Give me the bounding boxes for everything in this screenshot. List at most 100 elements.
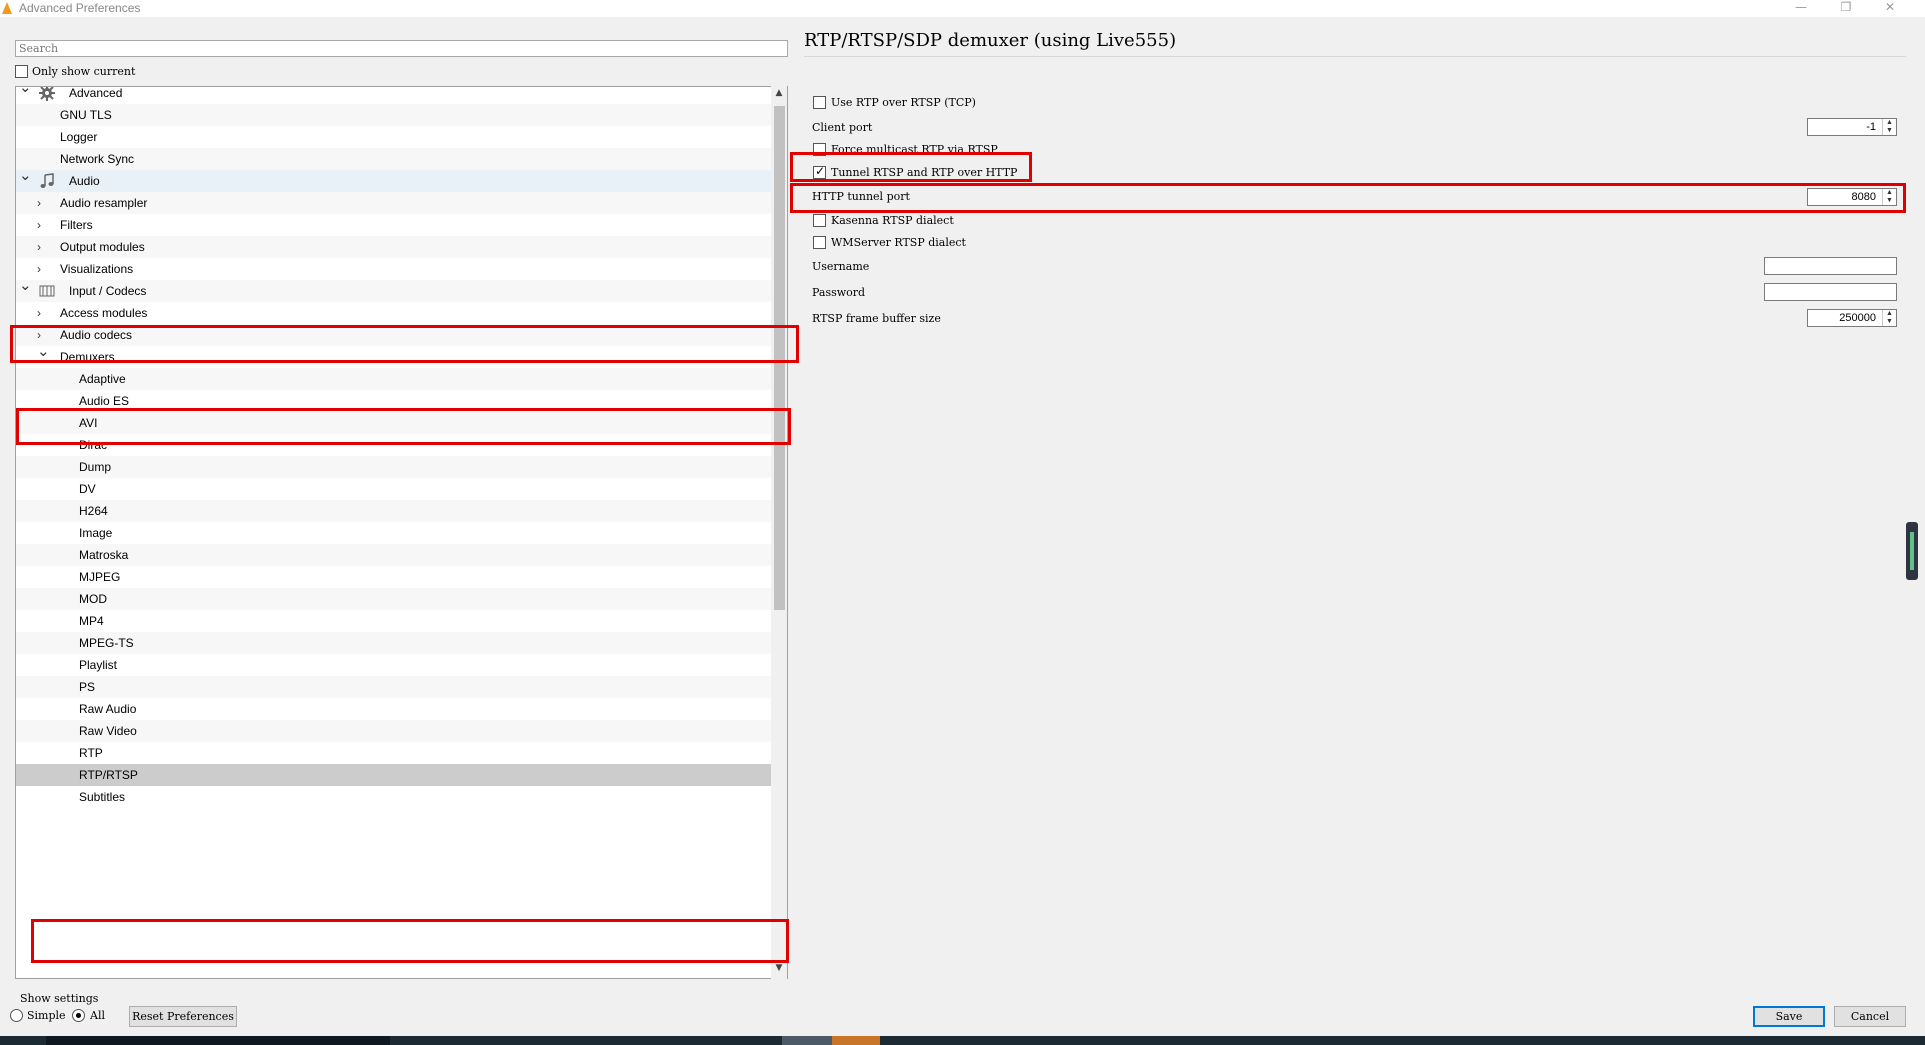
gear-icon [39,87,55,101]
minimize-icon[interactable]: — [1781,0,1821,17]
tree-item-h264[interactable]: H264 [16,500,771,522]
tree-item-label: Output modules [60,240,145,254]
search-input[interactable] [15,40,788,57]
tree-item-mpeg-ts[interactable]: MPEG-TS [16,632,771,654]
tree-item-rtp[interactable]: RTP [16,742,771,764]
restore-icon[interactable]: ❐ [1826,0,1866,17]
cancel-label: Cancel [1850,1010,1890,1023]
spin-arrows-icon[interactable]: ▲ ▼ [1882,119,1896,135]
username-input[interactable] [1764,257,1897,275]
taskbar-item[interactable] [832,1036,880,1045]
tree-item-label: Raw Video [79,724,137,738]
wmserver-checkbox[interactable] [813,236,826,249]
tree-item-label: AVI [79,416,98,430]
tree-item-logger[interactable]: Logger [16,126,771,148]
tree-item-audio-codecs[interactable]: › Audio codecs [16,324,771,346]
scroll-down-icon[interactable]: ▼ [773,963,785,977]
tree-item-output-modules[interactable]: › Output modules [16,236,771,258]
tree-item-image[interactable]: Image [16,522,771,544]
chevron-right-icon[interactable]: › [37,214,41,236]
tree-item-playlist[interactable]: Playlist [16,654,771,676]
tree-item-avi[interactable]: AVI [16,412,771,434]
scrollbar-thumb[interactable] [774,106,785,610]
tree-item-dv[interactable]: DV [16,478,771,500]
title-bar: Advanced Preferences — ❐ ✕ [0,0,1925,17]
simple-radio[interactable] [10,1009,23,1022]
tree-item-label: MPEG-TS [79,636,134,650]
tree-scrollbar[interactable]: ▲ ▼ [771,86,787,979]
tree-item-label: Raw Audio [79,702,137,716]
chevron-right-icon[interactable]: › [37,302,41,324]
tree-item-access-modules[interactable]: › Access modules [16,302,771,324]
tree-item-dirac[interactable]: Dirac [16,434,771,456]
chevron-down-icon[interactable]: ⌄ [37,341,50,363]
tree-item-filters[interactable]: › Filters [16,214,771,236]
tree-item-audio[interactable]: ⌄ Audio [16,167,771,192]
use-rtp-over-rtsp-checkbox[interactable] [813,96,826,109]
tree-item-label: Demuxers [60,350,115,364]
tree-item-raw-audio[interactable]: Raw Audio [16,698,771,720]
codecs-icon [39,283,55,299]
spin-arrows-icon[interactable]: ▲ ▼ [1882,189,1896,205]
tunnel-rtsp-checkbox[interactable] [813,164,826,179]
tree-item-label: Matroska [79,548,129,562]
tree-item-mod[interactable]: MOD [16,588,771,610]
tree-item-raw-video[interactable]: Raw Video [16,720,771,742]
tree-item-label: Audio codecs [60,328,133,342]
reset-preferences-button[interactable]: Reset Preferences [129,1006,237,1027]
password-label: Password [812,286,866,299]
username-label: Username [812,260,870,273]
tree-item-gnu-tls[interactable]: GNU TLS [16,104,771,126]
side-panel-handle[interactable] [1906,522,1918,580]
panel-divider [804,56,1906,57]
tree-item-adaptive[interactable]: Adaptive [16,368,771,390]
chevron-right-icon[interactable]: › [37,258,41,280]
tree-item-audio-es[interactable]: Audio ES [16,390,771,412]
tree-item-advanced[interactable]: ⌄ Advanced [16,86,771,104]
chevron-down-icon[interactable]: ⌄ [19,87,32,99]
client-port-spinbox[interactable]: -1 ▲ ▼ [1807,118,1897,136]
tree-item-ps[interactable]: PS [16,676,771,698]
tree-item-subtitles[interactable]: Subtitles [16,786,771,808]
tree-item-visualizations[interactable]: › Visualizations [16,258,771,280]
http-tunnel-port-spinbox[interactable]: 8080 ▲ ▼ [1807,188,1897,206]
force-multicast-checkbox[interactable] [813,143,826,156]
tree-item-mjpeg[interactable]: MJPEG [16,566,771,588]
use-rtp-over-rtsp-label: Use RTP over RTSP (TCP) [831,96,976,109]
only-show-current-checkbox[interactable] [15,65,28,78]
client-port-value: -1 [1866,121,1876,133]
kasenna-checkbox[interactable] [813,214,826,227]
tree-item-dump[interactable]: Dump [16,456,771,478]
tree-item-mp4[interactable]: MP4 [16,610,771,632]
taskbar-item[interactable] [782,1036,832,1045]
close-icon[interactable]: ✕ [1870,0,1910,17]
tree-item-rtp-rtsp[interactable]: RTP/RTSP [16,764,771,786]
tree-item-label: Advanced [69,86,123,100]
save-label: Save [1775,1010,1803,1023]
taskbar-item[interactable] [46,1036,390,1045]
chevron-right-icon[interactable]: › [37,236,41,258]
scroll-up-icon[interactable]: ▲ [773,88,785,102]
all-label: All [90,1009,105,1022]
tree-item-network-sync[interactable]: Network Sync [16,148,771,170]
tree-item-label: GNU TLS [60,108,112,122]
spin-arrows-icon[interactable]: ▲ ▼ [1882,310,1896,326]
frame-buffer-spinbox[interactable]: 250000 ▲ ▼ [1807,309,1897,327]
password-input[interactable] [1764,283,1897,301]
kasenna-label: Kasenna RTSP dialect [831,214,954,227]
tree-item-input-codecs[interactable]: ⌄ Input / Codecs [16,277,771,302]
tree-item-audio-resampler[interactable]: › Audio resampler [16,192,771,214]
all-radio[interactable] [72,1009,85,1022]
tree-item-matroska[interactable]: Matroska [16,544,771,566]
tunnel-rtsp-label: Tunnel RTSP and RTP over HTTP [831,166,1018,179]
chevron-down-icon[interactable]: ⌄ [19,275,32,297]
chevron-down-icon[interactable]: ⌄ [19,165,32,187]
tree-item-demuxers[interactable]: ⌄ Demuxers [16,343,771,368]
category-tree[interactable]: ⌄ Advanced GNU TLS Logger Network Sync ⌄ Audio… [15,86,788,979]
tree-item-label: Input / Codecs [69,284,147,298]
panel-title: RTP/RTSP/SDP demuxer (using Live555) [804,30,1177,51]
chevron-right-icon[interactable]: › [37,192,41,214]
save-button[interactable]: Save [1753,1006,1825,1027]
cancel-button[interactable]: Cancel [1834,1006,1906,1027]
tree-item-label: MOD [79,592,107,606]
